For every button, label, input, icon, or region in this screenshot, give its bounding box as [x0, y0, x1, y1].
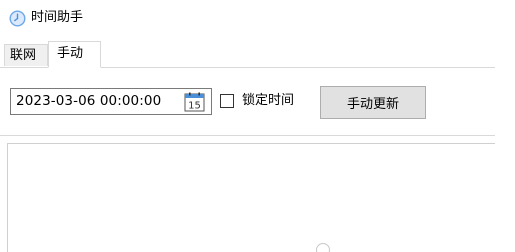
calendar-icon[interactable]: 15: [184, 92, 205, 112]
datetime-picker[interactable]: 2023-03-06 00:00:00 15: [10, 88, 212, 115]
tab-manual[interactable]: 手动: [48, 41, 101, 68]
title-bar: 时间助手: [0, 0, 515, 34]
tab-network[interactable]: 联网: [4, 44, 48, 66]
app-window: 时间助手 联网 手动 2023-03-06 00:00:00 15 锁定时间 手…: [0, 0, 515, 252]
window-title: 时间助手: [31, 10, 84, 25]
datetime-value[interactable]: 2023-03-06 00:00:00: [16, 92, 161, 111]
clock-icon: [9, 10, 26, 27]
lock-time-label[interactable]: 锁定时间: [242, 91, 294, 110]
calendar-day: 15: [188, 101, 201, 112]
section-divider: [0, 135, 495, 136]
manual-update-button[interactable]: 手动更新: [320, 86, 426, 119]
log-output-area[interactable]: [7, 143, 495, 252]
loading-spinner-icon: [316, 243, 330, 252]
lock-time-checkbox[interactable]: [220, 94, 234, 108]
